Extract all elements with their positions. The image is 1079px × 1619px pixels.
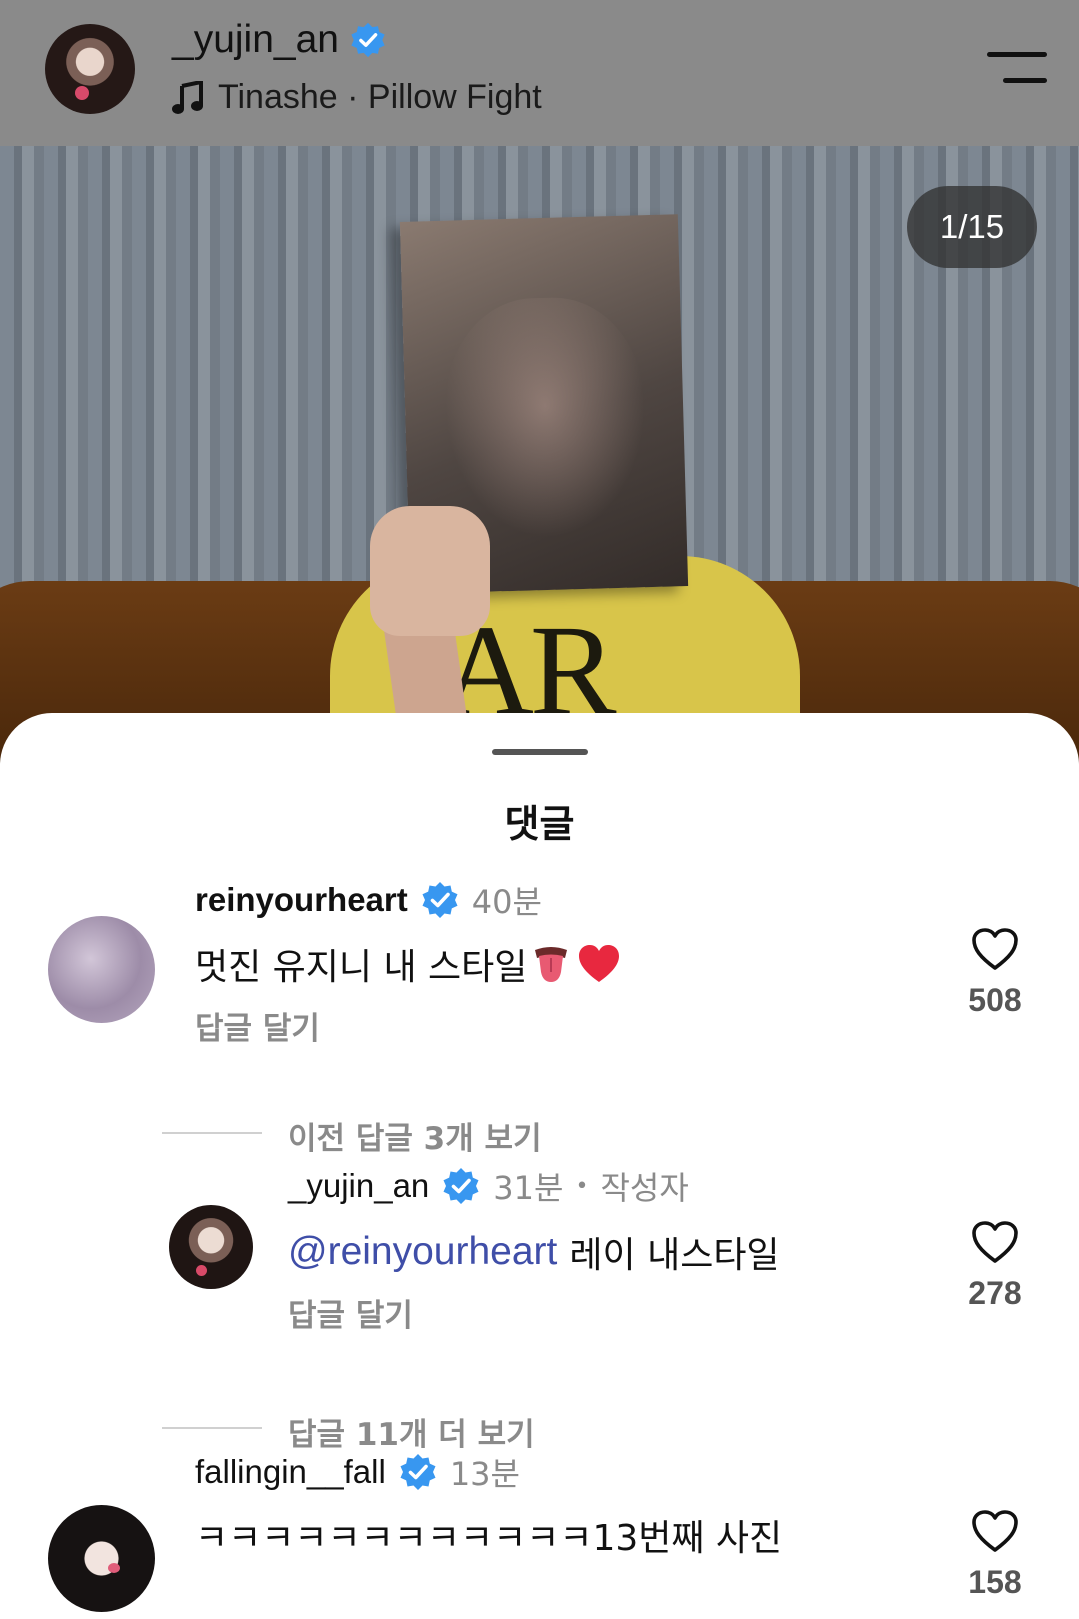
like-control: 278: [940, 1219, 1050, 1312]
mention-link[interactable]: @reinyourheart: [288, 1230, 557, 1274]
reply-button[interactable]: 답글 달기: [288, 1290, 413, 1335]
header-username[interactable]: _yujin_an: [172, 18, 339, 62]
comment-avatar[interactable]: [169, 1205, 253, 1289]
like-control: 158: [940, 1508, 1050, 1601]
comment-avatar[interactable]: [48, 916, 155, 1023]
page-counter: 1/15: [907, 186, 1037, 268]
comment-header: fallingin__fall 13분: [195, 1449, 520, 1495]
comment-username[interactable]: _yujin_an: [288, 1167, 429, 1205]
verified-badge-icon: [351, 22, 385, 58]
comment-text-row: ㅋㅋㅋㅋㅋㅋㅋㅋㅋㅋㅋㅋ13번째 사진: [195, 1509, 782, 1561]
comment-time: 13분: [449, 1455, 520, 1493]
menu-icon[interactable]: [985, 52, 1047, 86]
verified-badge-icon: [422, 882, 458, 918]
music-label: Tinashe · Pillow Fight: [218, 78, 542, 116]
thread-divider: [162, 1132, 262, 1134]
post-photo[interactable]: AR 1/15: [0, 146, 1079, 766]
verified-badge-icon: [443, 1168, 479, 1204]
separator-dot: •: [575, 1173, 589, 1199]
heart-outline-icon[interactable]: [970, 926, 1020, 972]
music-note-icon: [172, 80, 203, 114]
comment-header: reinyourheart 40분: [195, 877, 542, 923]
comment-avatar[interactable]: [48, 1505, 155, 1612]
music-row[interactable]: Tinashe · Pillow Fight: [172, 78, 542, 117]
like-control: 508: [940, 926, 1050, 1019]
reply-button[interactable]: 답글 달기: [195, 1003, 320, 1048]
comment-time: 31분: [493, 1169, 564, 1207]
like-count: 278: [968, 1275, 1022, 1311]
profile-avatar[interactable]: [45, 24, 135, 114]
comment-header: _yujin_an 31분 • 작성자: [288, 1163, 689, 1209]
comment-text: 레이 내스타일: [569, 1235, 780, 1276]
comment-username[interactable]: reinyourheart: [195, 881, 408, 919]
comment-text-row: @reinyourheart 레이 내스타일: [288, 1226, 780, 1278]
author-badge: 작성자: [600, 1169, 689, 1207]
thread-divider: [162, 1427, 262, 1429]
comment-text-row: 멋진 유지니 내 스타일: [195, 938, 621, 990]
heart-outline-icon[interactable]: [970, 1508, 1020, 1554]
comments-sheet: 댓글 reinyourheart 40분 멋진 유지니 내 스타일 답글 달기: [0, 713, 1079, 1619]
heart-outline-icon[interactable]: [970, 1219, 1020, 1265]
comment-text: 멋진 유지니 내 스타일: [195, 947, 528, 988]
comment-text: ㅋㅋㅋㅋㅋㅋㅋㅋㅋㅋㅋㅋ13번째 사진: [195, 1518, 783, 1559]
tongue-emoji-icon: [535, 947, 568, 982]
verified-badge-icon: [400, 1454, 436, 1490]
profile-header: _yujin_an Tinashe · Pillow Fight: [0, 0, 1079, 146]
view-previous-replies[interactable]: 이전 답글 3개 보기: [288, 1113, 542, 1158]
sheet-title: 댓글: [504, 802, 575, 846]
hand: [370, 506, 490, 636]
sheet-handle[interactable]: [492, 749, 588, 755]
view-more-replies[interactable]: 답글 11개 더 보기: [288, 1409, 535, 1454]
like-count: 158: [968, 1564, 1022, 1600]
comment-username[interactable]: fallingin__fall: [195, 1453, 386, 1491]
comment-time: 40분: [471, 883, 542, 921]
red-heart-emoji-icon: [579, 945, 620, 982]
like-count: 508: [968, 982, 1022, 1018]
header-user-row[interactable]: _yujin_an: [172, 18, 387, 62]
